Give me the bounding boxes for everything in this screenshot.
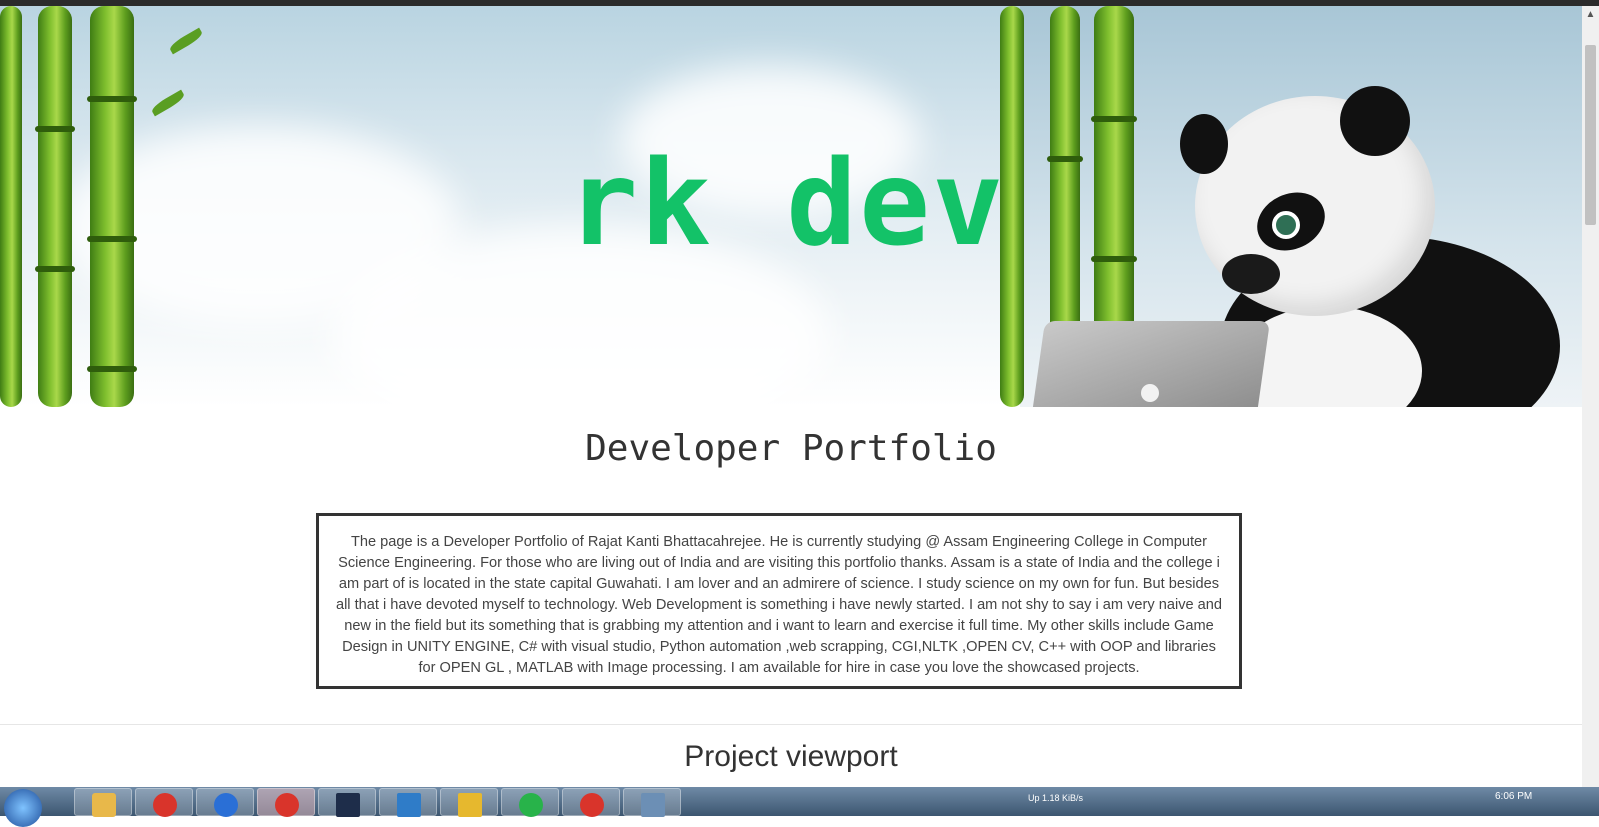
section-title-project-viewport: Project viewport [684, 740, 898, 773]
taskbar-app-document[interactable] [623, 788, 681, 817]
taskbar-app-active[interactable] [257, 788, 315, 817]
clock[interactable]: 6:06 PM [1495, 791, 1532, 802]
vertical-scrollbar[interactable]: ▲ ▼ [1582, 6, 1599, 805]
panda-ear [1340, 86, 1410, 156]
web-page[interactable]: rk dev. Developer Portfolio The page is … [0, 6, 1582, 805]
bamboo-leaf [149, 89, 187, 117]
folder-icon [92, 793, 116, 817]
hero-banner: rk dev. [0, 6, 1582, 407]
scrollbar-thumb[interactable] [1585, 45, 1596, 225]
green-app-icon [519, 793, 543, 817]
terminal-icon [336, 793, 360, 817]
taskbar-app-green[interactable] [501, 788, 559, 817]
taskbar-app-firefox[interactable] [196, 788, 254, 817]
taskbar-app-notes[interactable] [440, 788, 498, 817]
bamboo-stalk [35, 6, 75, 407]
bamboo-leaf [167, 27, 205, 55]
taskbar-app-chrome[interactable] [135, 788, 193, 817]
taskbar-app-red[interactable] [562, 788, 620, 817]
bamboo-stalk [0, 6, 22, 407]
section-divider [0, 724, 1582, 725]
window-icon [397, 793, 421, 817]
chrome-icon [153, 793, 177, 817]
panda-nose [1222, 254, 1280, 294]
start-button[interactable] [4, 789, 42, 827]
taskbar-app-terminal[interactable] [318, 788, 376, 817]
bamboo-stalk [87, 6, 137, 407]
panda-eye [1272, 211, 1300, 239]
bamboo-stalk [1000, 6, 1024, 407]
bird-icon [275, 793, 299, 817]
taskbar-app-folder[interactable] [74, 788, 132, 817]
sticky-note-icon [458, 793, 482, 817]
panda-ear [1180, 114, 1228, 174]
document-icon [641, 793, 665, 817]
scroll-up-icon[interactable]: ▲ [1582, 6, 1599, 23]
page-title: Developer Portfolio [585, 428, 997, 469]
firefox-icon [214, 793, 238, 817]
network-speed: Up 1.18 KiB/s [1028, 793, 1084, 803]
apple-logo-icon [1141, 384, 1159, 402]
taskbar: Up 1.18 KiB/s 6:06 PM [0, 787, 1599, 827]
red-app-icon [580, 793, 604, 817]
about-box: The page is a Developer Portfolio of Raj… [316, 513, 1242, 689]
taskbar-app-window[interactable] [379, 788, 437, 817]
